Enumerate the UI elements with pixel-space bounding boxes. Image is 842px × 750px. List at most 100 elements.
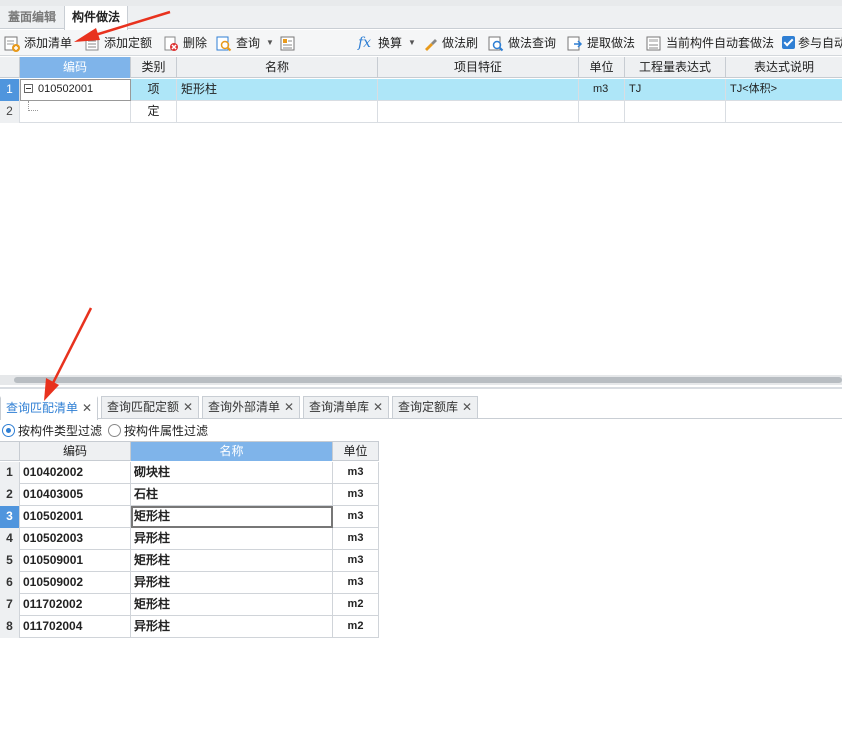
cell-unit[interactable]: m3 [333,484,379,506]
add-list-label: 添加清单 [24,36,73,50]
table-row[interactable]: 5 010509001 矩形柱 m3 [0,550,379,572]
cell-name[interactable] [177,101,378,123]
col-header-expression[interactable]: 工程量表达式 [625,57,726,78]
close-icon[interactable]: ✕ [284,397,294,418]
cell-code[interactable]: 011702002 [20,594,131,616]
add-quota-label: 添加定额 [104,36,153,50]
cell-name[interactable]: 异形柱 [131,572,333,594]
cell-feature[interactable] [378,79,579,101]
cell-code[interactable]: 010402002 [20,462,131,484]
cell-code[interactable]: 010502001 [20,506,131,528]
cell-name[interactable]: 异形柱 [131,616,333,638]
delete-button[interactable]: 删除 [163,33,211,53]
tab-query-external-list[interactable]: 查询外部清单 ✕ [202,396,300,418]
table-row[interactable]: 1 010402002 砌块柱 m3 [0,462,379,484]
tab-label: 查询清单库 [309,400,370,414]
tab-component-method[interactable]: 构件做法 [64,6,128,30]
tab-label: 查询匹配定额 [107,400,180,414]
method-query-button[interactable]: 做法查询 [488,33,560,53]
toolbar: 添加清单 添加定额 删除 查询 ▼ fx 换算 ▼ 做法刷 做法查询 提取做法 … [0,30,842,56]
close-icon[interactable]: ✕ [373,397,383,418]
chevron-down-icon[interactable]: ▼ [408,33,416,53]
col-header-name[interactable]: 名称 [177,57,378,78]
query-button[interactable]: 查询 ▼ [216,33,276,53]
cell-code[interactable]: 010403005 [20,484,131,506]
table-row[interactable]: 6 010509002 异形柱 m3 [0,572,379,594]
table-row[interactable]: 4 010502003 异形柱 m3 [0,528,379,550]
cell-name[interactable]: 矩形柱 [131,550,333,572]
cell-expression-desc[interactable]: TJ<体积> [726,79,842,101]
cell-unit[interactable]: m3 [333,462,379,484]
table-row[interactable]: 7 011702002 矩形柱 m2 [0,594,379,616]
method-query-icon [488,36,504,52]
cell-unit[interactable]: m2 [333,616,379,638]
convert-button[interactable]: fx 换算 ▼ [358,33,418,53]
cell-unit[interactable]: m2 [333,594,379,616]
row-header-corner [0,442,20,461]
tab-query-match-list[interactable]: 查询匹配清单 ✕ [0,396,98,420]
add-quota-button[interactable]: 添加定额 [84,33,156,53]
close-icon[interactable]: ✕ [82,398,92,419]
cell-code[interactable]: 010509002 [20,572,131,594]
tab-query-list-library[interactable]: 查询清单库 ✕ [303,396,389,418]
tab-query-match-quota[interactable]: 查询匹配定额 ✕ [101,396,199,418]
col-header-unit[interactable]: 单位 [333,442,379,461]
cell-code[interactable]: 011702004 [20,616,131,638]
collapse-icon[interactable] [24,84,33,93]
cell-unit[interactable] [579,101,625,123]
cell-code[interactable]: 010509001 [20,550,131,572]
auto-apply-label: 当前构件自动套做法 [666,36,775,50]
row-number: 6 [0,572,20,594]
participate-auto-checkbox[interactable]: 参与自动 [782,33,842,53]
cell-name[interactable]: 矩形柱 [131,594,333,616]
col-header-feature[interactable]: 项目特征 [378,57,579,78]
auto-apply-method-button[interactable]: 当前构件自动套做法 [646,33,778,53]
cell-name[interactable]: 砌块柱 [131,462,333,484]
horizontal-scrollbar[interactable] [0,375,842,385]
table-row[interactable]: 8 011702004 异形柱 m2 [0,616,379,638]
cell-expression[interactable] [625,101,726,123]
table-row[interactable]: 2 定 [0,101,842,123]
cell-unit[interactable]: m3 [333,506,379,528]
cell-expression[interactable]: TJ [625,79,726,101]
chevron-down-icon[interactable]: ▼ [266,33,274,53]
cell-type[interactable]: 定 [131,101,177,123]
col-header-code[interactable]: 编码 [20,57,131,78]
panel-splitter[interactable] [0,387,842,389]
filter-by-type-radio[interactable]: 按构件类型过滤 [0,423,102,439]
col-header-unit[interactable]: 单位 [579,57,625,78]
col-header-expression-desc[interactable]: 表达式说明 [726,57,842,78]
table-row[interactable]: 2 010403005 石柱 m3 [0,484,379,506]
method-brush-button[interactable]: 做法刷 [422,33,482,53]
table-row[interactable]: 3 010502001 矩形柱 m3 [0,506,379,528]
close-icon[interactable]: ✕ [462,397,472,418]
checkbox-checked-icon[interactable] [782,36,795,49]
col-header-code[interactable]: 编码 [20,442,131,461]
filter-by-attr-radio[interactable]: 按构件属性过滤 [106,423,208,439]
close-icon[interactable]: ✕ [183,397,193,418]
cell-code[interactable]: 010502003 [20,528,131,550]
cell-name[interactable]: 矩形柱 [131,506,333,528]
cell-unit[interactable]: m3 [333,528,379,550]
add-list-button[interactable]: 添加清单 [4,33,76,53]
table-row[interactable]: 1 010502001 项 矩形柱 m3 TJ TJ<体积> [0,79,842,101]
cell-unit[interactable]: m3 [333,572,379,594]
item-feature-button[interactable] [280,33,352,53]
cell-type[interactable]: 项 [131,79,177,101]
cell-code[interactable] [20,101,131,123]
col-header-name[interactable]: 名称 [131,442,333,461]
col-header-type[interactable]: 类别 [131,57,177,78]
cell-name[interactable]: 异形柱 [131,528,333,550]
cell-code[interactable]: 010502001 [20,79,131,101]
cell-unit[interactable]: m3 [333,550,379,572]
cell-expression-desc[interactable] [726,101,842,123]
cell-unit[interactable]: m3 [579,79,625,101]
cell-name[interactable]: 矩形柱 [177,79,378,101]
cell-feature[interactable] [378,101,579,123]
scrollbar-thumb[interactable] [14,377,842,383]
auto-apply-icon [646,36,661,51]
extract-method-button[interactable]: 提取做法 [567,33,639,53]
tab-query-quota-library[interactable]: 查询定额库 ✕ [392,396,478,418]
cell-name[interactable]: 石柱 [131,484,333,506]
tab-cover-edit[interactable]: 蓋面编辑 [0,6,64,29]
